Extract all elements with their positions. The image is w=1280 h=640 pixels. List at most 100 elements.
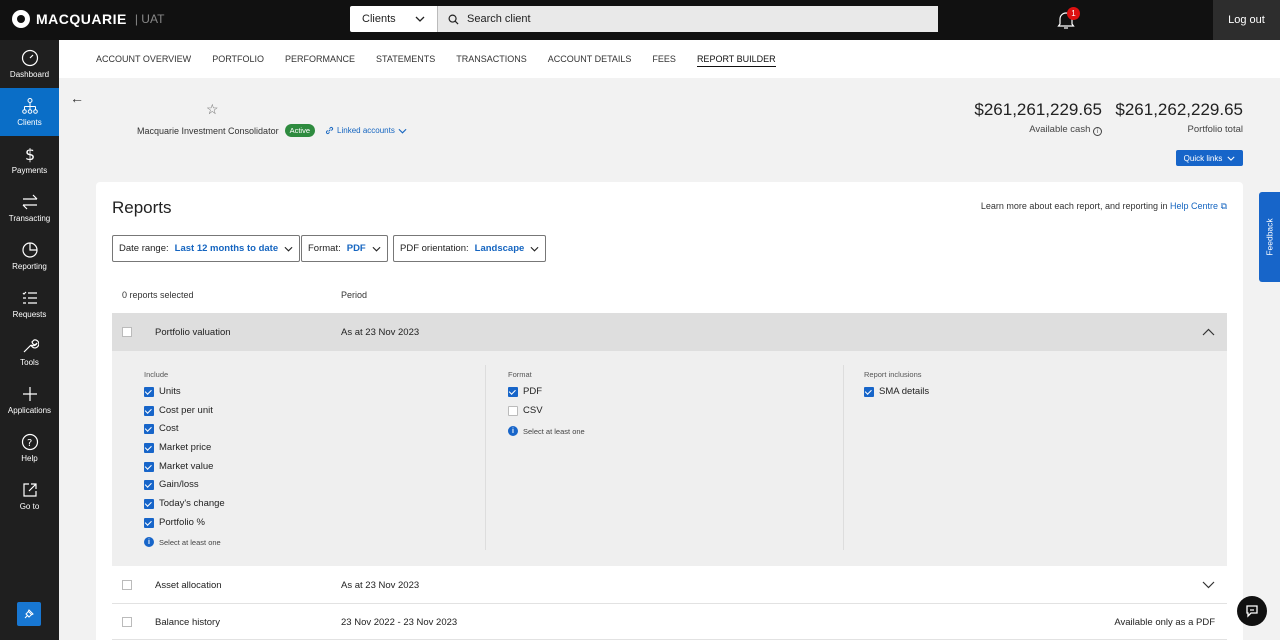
logout-button[interactable]: Log out	[1213, 0, 1280, 40]
include-todays-change-checkbox[interactable]: Today's change	[144, 498, 225, 509]
include-market-price-checkbox[interactable]: Market price	[144, 442, 211, 453]
checkbox-checked	[144, 498, 154, 509]
include-cost-checkbox[interactable]: Cost	[144, 423, 179, 434]
column-divider	[485, 365, 486, 550]
report-options-panel: Include Units Cost per unit Cost Market …	[112, 351, 1227, 566]
sidebar-item-clients[interactable]: Clients	[0, 88, 59, 136]
report-checkbox[interactable]	[122, 580, 132, 590]
column-divider	[843, 365, 844, 550]
include-label: Include	[144, 370, 169, 379]
include-gain-loss-checkbox[interactable]: Gain/loss	[144, 479, 199, 490]
sidebar-item-transacting[interactable]: Transacting	[0, 184, 59, 232]
format-label: Format:	[308, 243, 341, 254]
tab-account-details[interactable]: ACCOUNT DETAILS	[548, 40, 632, 78]
checkbox-checked	[144, 442, 154, 453]
wrench-icon	[23, 339, 39, 353]
pie-chart-icon	[21, 242, 38, 258]
include-market-value-checkbox[interactable]: Market value	[144, 461, 213, 472]
external-link-icon	[22, 483, 37, 497]
tab-statements[interactable]: STATEMENTS	[376, 40, 435, 78]
report-checkbox[interactable]	[122, 617, 132, 627]
available-cash-label: Available cash i	[974, 124, 1102, 136]
sidebar-item-help[interactable]: ? Help	[0, 424, 59, 472]
sidebar-item-payments[interactable]: $ Payments	[0, 136, 59, 184]
include-portfolio-pct-checkbox[interactable]: Portfolio %	[144, 517, 205, 528]
sidebar-item-label: Applications	[7, 406, 52, 415]
portfolio-total: $261,262,229.65 Portfolio total	[1115, 100, 1243, 135]
favourite-star-icon[interactable]: ☆	[206, 101, 219, 118]
brand-name: MACQUARIE	[36, 11, 127, 27]
available-cash: $261,261,229.65 Available cash i	[974, 100, 1102, 136]
report-row-asset-allocation[interactable]: Asset allocation As at 23 Nov 2023	[112, 567, 1227, 603]
sidebar-item-applications[interactable]: Applications	[0, 376, 59, 424]
sidebar: Dashboard Clients $ Payments Transacting…	[0, 40, 59, 640]
format-select[interactable]: Format: PDF	[301, 235, 388, 262]
linked-accounts-dropdown[interactable]: Linked accounts	[325, 126, 407, 135]
quick-links-button[interactable]: Quick links	[1176, 150, 1243, 166]
checkbox-checked	[144, 386, 154, 397]
feedback-tab[interactable]: Feedback	[1259, 192, 1280, 282]
date-range-select[interactable]: Date range: Last 12 months to date	[112, 235, 301, 262]
search-icon	[448, 14, 459, 25]
sidebar-item-dashboard[interactable]: Dashboard	[0, 40, 59, 88]
back-arrow-icon[interactable]: ←	[70, 90, 84, 106]
report-inclusions-label: Report inclusions	[864, 370, 922, 379]
report-name: Asset allocation	[155, 579, 222, 591]
pdf-orientation-value: Landscape	[474, 243, 525, 254]
info-circle-icon[interactable]: i	[1093, 127, 1102, 136]
tab-portfolio[interactable]: PORTFOLIO	[212, 40, 264, 78]
report-row-portfolio-valuation[interactable]: Portfolio valuation As at 23 Nov 2023	[112, 313, 1227, 351]
svg-text:$: $	[25, 145, 35, 163]
tab-transactions[interactable]: TRANSACTIONS	[456, 40, 527, 78]
brand-logo[interactable]: MACQUARIE | UAT	[12, 10, 164, 28]
date-range-value: Last 12 months to date	[174, 243, 279, 254]
sidebar-item-tools[interactable]: Tools	[0, 328, 59, 376]
dollar-icon: $	[25, 145, 35, 163]
chevron-down-icon	[415, 16, 425, 22]
sidebar-item-label: Clients	[17, 118, 42, 127]
client-type-select[interactable]: Clients	[350, 6, 437, 32]
checkbox-checked	[144, 479, 154, 490]
report-availability-note: Available only as a PDF	[1114, 616, 1215, 628]
sma-details-checkbox[interactable]: SMA details	[864, 386, 929, 397]
report-row-balance-history[interactable]: Balance history 23 Nov 2022 - 23 Nov 202…	[112, 604, 1227, 640]
chevron-down-icon	[284, 246, 293, 252]
chevron-down-icon	[1227, 156, 1235, 161]
notification-count-badge: 1	[1067, 7, 1080, 20]
tab-performance[interactable]: PERFORMANCE	[285, 40, 355, 78]
tab-report-builder[interactable]: REPORT BUILDER	[696, 40, 776, 78]
checkbox-checked	[508, 386, 518, 397]
linked-accounts-label: Linked accounts	[337, 126, 395, 135]
report-period: As at 23 Nov 2023	[341, 326, 420, 338]
report-checkbox[interactable]	[122, 327, 132, 337]
client-search-input[interactable]: Search client	[437, 6, 938, 32]
tab-fees[interactable]: FEES	[652, 40, 676, 78]
pdf-orientation-select[interactable]: PDF orientation: Landscape	[393, 235, 547, 262]
reports-card: Reports Learn more about each report, an…	[96, 182, 1243, 640]
chevron-down-icon	[372, 246, 381, 252]
chevron-up-icon[interactable]	[1202, 328, 1215, 336]
gauge-icon	[21, 49, 38, 67]
account-name: Macquarie Investment Consolidator	[137, 125, 279, 136]
format-csv-checkbox[interactable]: CSV	[508, 405, 543, 416]
account-tab-bar: ACCOUNT OVERVIEW PORTFOLIO PERFORMANCE S…	[59, 40, 1280, 78]
chat-button[interactable]	[1237, 596, 1267, 626]
sidebar-item-goto[interactable]: Go to	[0, 472, 59, 520]
checkbox-checked	[864, 386, 874, 397]
format-section-label: Format	[508, 370, 532, 379]
sidebar-item-reporting[interactable]: Reporting	[0, 232, 59, 280]
help-centre-link[interactable]: Help Centre ⧉	[1170, 201, 1227, 211]
tab-account-overview[interactable]: ACCOUNT OVERVIEW	[96, 40, 191, 78]
include-cost-per-unit-checkbox[interactable]: Cost per unit	[144, 405, 213, 416]
chevron-down-icon[interactable]	[1202, 581, 1215, 589]
environment-label: | UAT	[134, 12, 165, 26]
sidebar-item-label: Tools	[20, 358, 39, 367]
sidebar-item-requests[interactable]: Requests	[0, 280, 59, 328]
checkbox-checked	[144, 461, 154, 472]
include-units-checkbox[interactable]: Units	[144, 386, 181, 397]
checkbox-checked	[144, 423, 154, 434]
date-range-label: Date range:	[119, 243, 169, 254]
pin-sidebar-button[interactable]	[17, 602, 41, 626]
feedback-label: Feedback	[1264, 218, 1275, 256]
format-pdf-checkbox[interactable]: PDF	[508, 386, 542, 397]
